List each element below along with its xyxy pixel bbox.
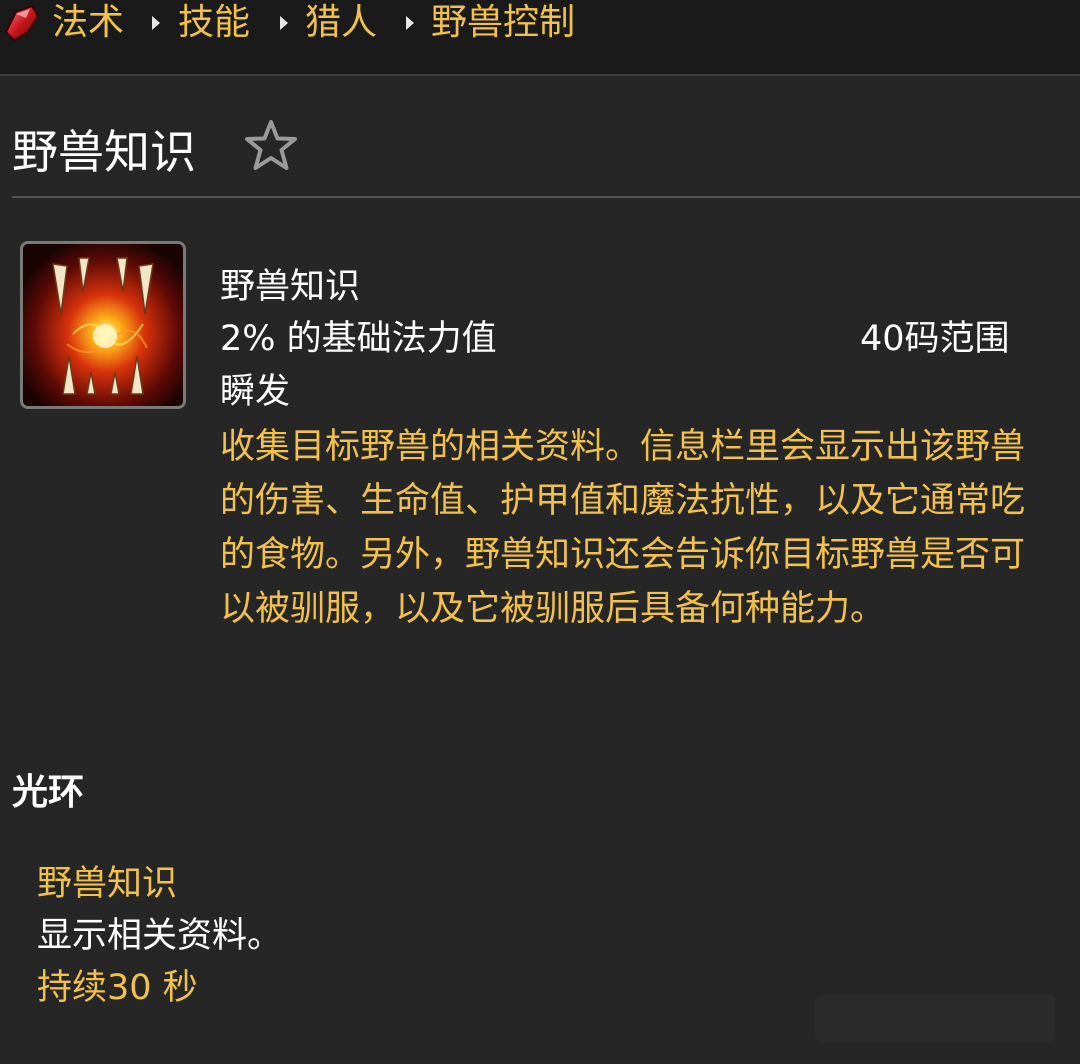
breadcrumb-separator-icon [280, 16, 288, 30]
tooltip-description: 收集目标野兽的相关资料。信息栏里会显示出该野兽的伤害、生命值、护甲值和魔法抗性，… [220, 427, 1026, 629]
aura-effect: 显示相关资料。 [37, 916, 283, 956]
title-divider [12, 196, 1080, 198]
star-outline-icon[interactable] [242, 118, 300, 174]
top-bar: 法术 技能 猎人 野兽控制 [0, 0, 1080, 76]
tooltip-spell-name: 野兽知识 [220, 267, 361, 307]
spell-category-icon[interactable] [2, 2, 42, 44]
tooltip-mana-cost: 2% 的基础法力值 [220, 319, 497, 359]
tooltip-range: 40码范围 [860, 319, 1010, 359]
aura-name[interactable]: 野兽知识 [37, 858, 177, 910]
beast-lore-fangs-icon [20, 241, 186, 409]
aura-section-heading: 光环 [12, 772, 85, 813]
breadcrumb-skills[interactable]: 技能 [178, 0, 250, 46]
aura-duration: 持续30 秒 [37, 968, 198, 1008]
tooltip-cast-time: 瞬发 [220, 372, 291, 412]
watermark-area [815, 995, 1055, 1043]
breadcrumb-spells[interactable]: 法术 [52, 0, 124, 46]
breadcrumb-separator-icon [152, 16, 160, 30]
breadcrumb-hunter[interactable]: 猎人 [305, 0, 377, 46]
page-title: 野兽知识 [12, 125, 196, 179]
breadcrumb-separator-icon [406, 16, 414, 30]
breadcrumb-beast-mastery[interactable]: 野兽控制 [431, 0, 575, 46]
